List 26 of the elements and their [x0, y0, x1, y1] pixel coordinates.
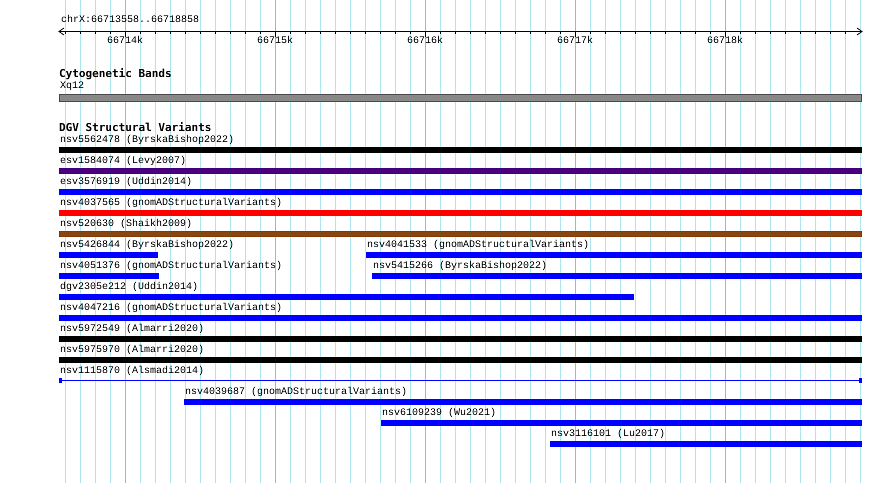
feature-label: nsv4039687 (gnomADStructuralVariants) — [185, 387, 408, 398]
feature-label: nsv3116101 (Lu2017) — [551, 429, 666, 440]
feature-label: nsv5562478 (ByrskaBishop2022) — [60, 135, 234, 146]
tick-label: 66714k — [107, 36, 144, 47]
feature-label: nsv520630 (Shaikh2009) — [60, 219, 192, 230]
feature-label: nsv5426844 (ByrskaBishop2022) — [60, 240, 234, 251]
feature-label: nsv5972549 (Almarri2020) — [60, 324, 204, 335]
feature-label: nsv4051376 (gnomADStructuralVariants) — [60, 261, 282, 272]
position-label: chrX:66713558..66718858 — [61, 15, 200, 26]
tick-label: 66717k — [557, 36, 594, 47]
feature-label: nsv4041533 (gnomADStructuralVariants) — [367, 240, 590, 251]
feature-label: Xq12 — [60, 81, 84, 92]
feature-label: nsv5975970 (Almarri2020) — [60, 345, 204, 356]
feature-label: esv3576919 (Uddin2014) — [60, 177, 192, 188]
feature-label: dgv2305e212 (Uddin2014) — [60, 282, 198, 293]
feature-label: nsv4047216 (gnomADStructuralVariants) — [60, 303, 282, 314]
tick-label: 66715k — [257, 36, 294, 47]
track-title: Cytogenetic Bands — [59, 68, 172, 79]
feature-label: nsv6109239 (Wu2021) — [382, 408, 496, 419]
tick-label: 66718k — [707, 36, 744, 47]
feature-label: nsv4037565 (gnomADStructuralVariants) — [60, 198, 282, 209]
feature-label: nsv5415266 (ByrskaBishop2022) — [373, 261, 548, 272]
feature-label: nsv1115870 (Alsmadi2014) — [60, 366, 204, 377]
feature-label: esv1584074 (Levy2007) — [60, 156, 186, 167]
tick-label: 66716k — [407, 36, 444, 47]
track-title: DGV Structural Variants — [59, 122, 212, 133]
